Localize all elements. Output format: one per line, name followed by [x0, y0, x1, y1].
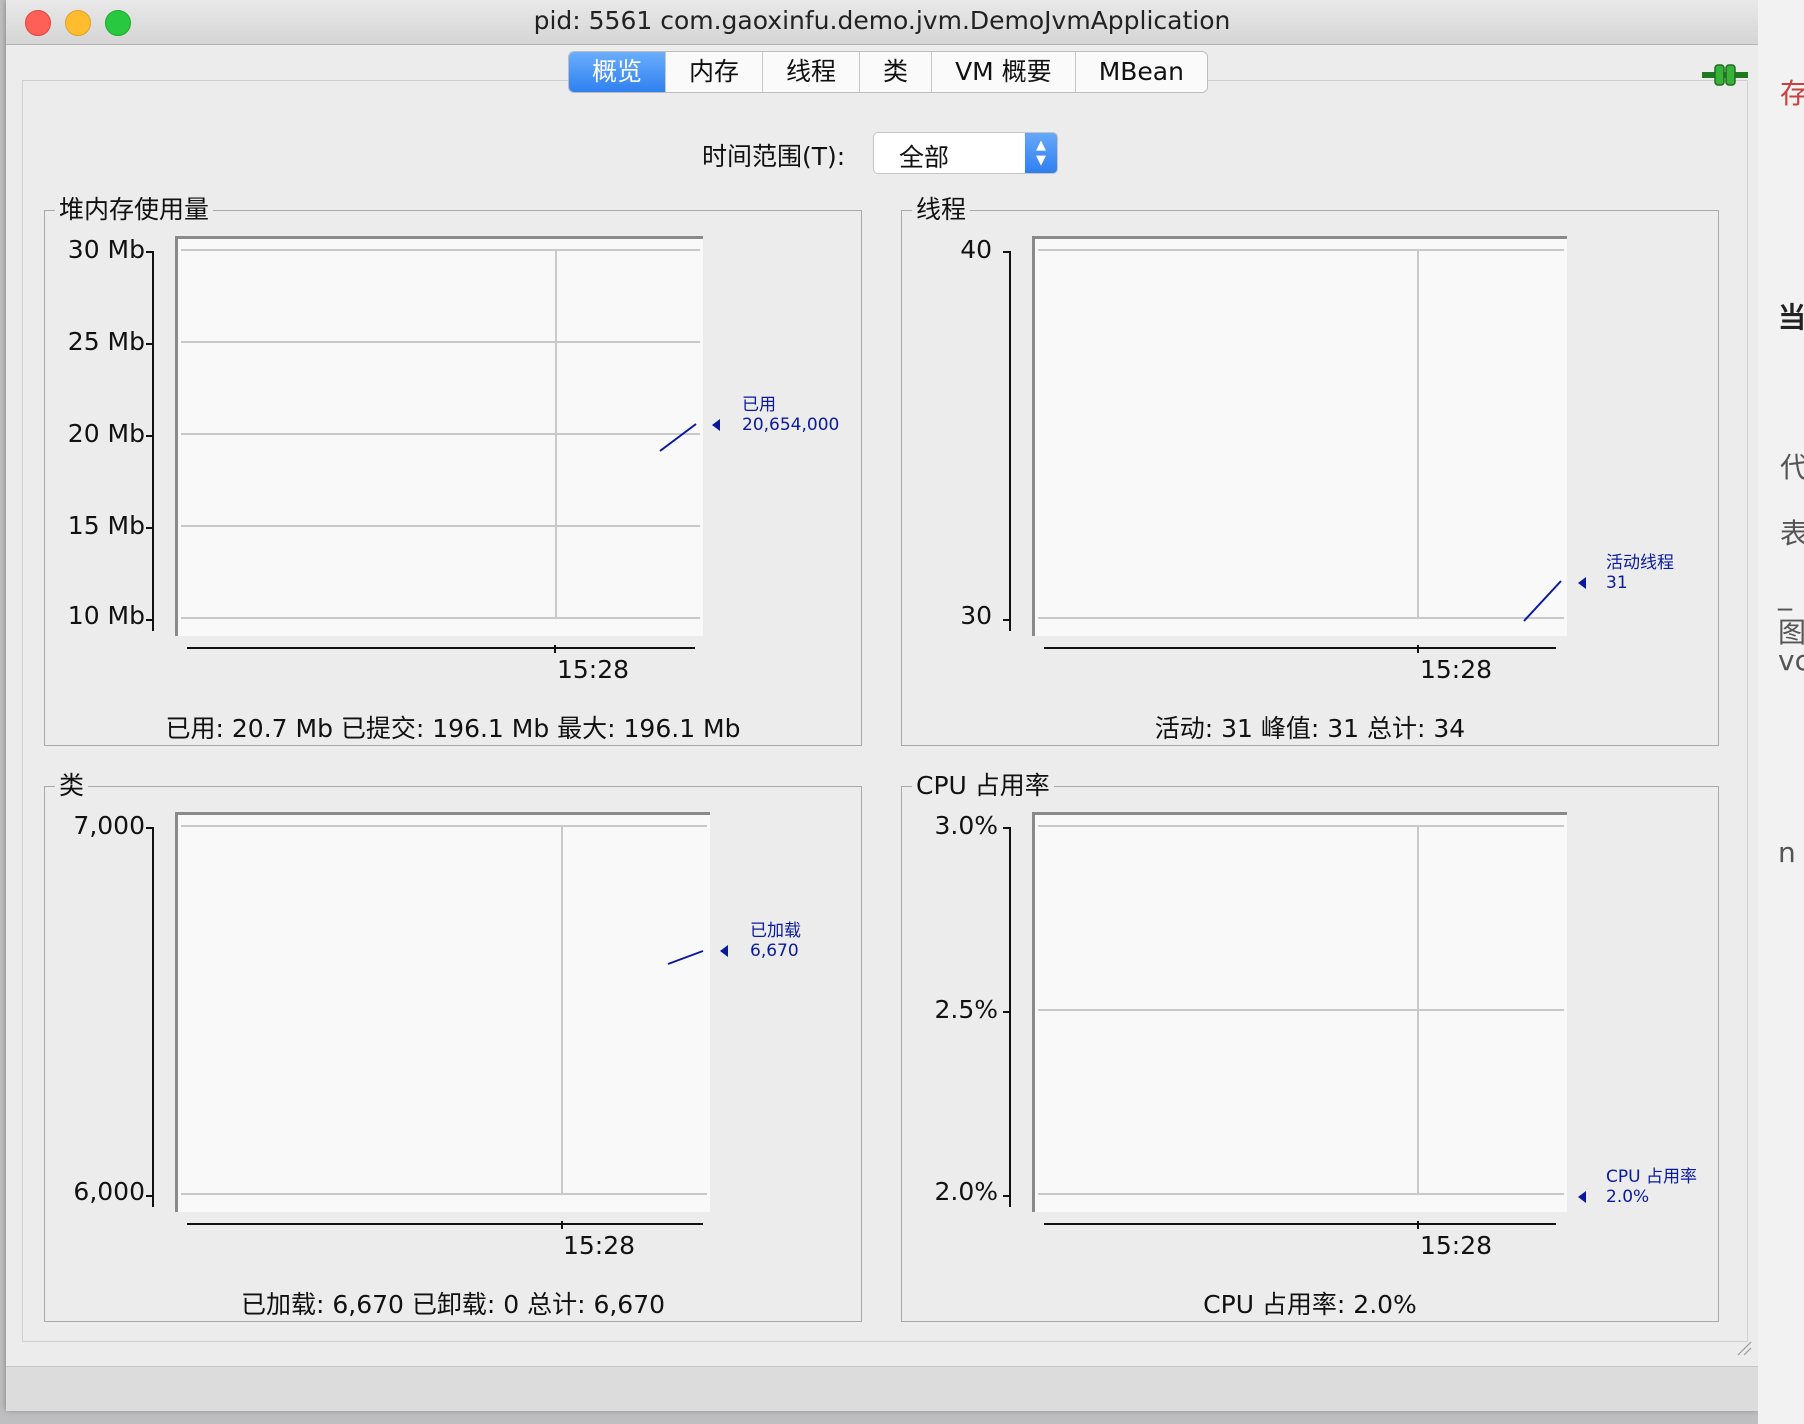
- background-text: 表: [1780, 517, 1804, 550]
- legend-cpu-usage: CPU 占用率 2.0%: [1606, 1167, 1697, 1207]
- loaded-series-line: [667, 950, 704, 965]
- legend-name: 已加载: [750, 921, 801, 941]
- legend-marker: [1578, 1191, 1586, 1203]
- legend-name: 活动线程: [1606, 553, 1674, 573]
- y-axis: [1009, 827, 1011, 1207]
- tab-memory[interactable]: 内存: [666, 52, 764, 92]
- legend-value: 6,670: [750, 941, 799, 961]
- y-tick-label: 2.0%: [934, 1177, 998, 1206]
- y-tick-label: 2.5%: [934, 995, 998, 1024]
- legend-name: CPU 占用率: [1606, 1167, 1697, 1187]
- legend-marker: [1578, 577, 1586, 589]
- x-tick-label: 15:28: [1420, 1231, 1493, 1260]
- window-footer: [6, 1366, 1758, 1411]
- heap-memory-panel: 堆内存使用量 30 Mb 25 Mb 20 Mb 15 Mb 10 Mb 15:…: [44, 195, 862, 746]
- x-axis: [1044, 1223, 1556, 1225]
- background-text: 当: [1778, 301, 1804, 334]
- y-tick-label: 3.0%: [934, 811, 998, 840]
- classes-panel: 类 7,000 6,000 15:28 已加载 6,670 已加载: 6,670…: [44, 771, 862, 1322]
- time-range-select[interactable]: 全部 ▲ ▼: [873, 132, 1058, 174]
- legend-value: 20,654,000: [742, 415, 840, 435]
- classes-stats: 已加载: 6,670 已卸载: 0 总计: 6,670: [240, 1290, 666, 1319]
- background-text: 代: [1780, 451, 1804, 484]
- background-text: 存: [1780, 77, 1804, 110]
- window-title: pid: 5561 com.gaoxinfu.demo.jvm.DemoJvmA…: [533, 6, 1231, 35]
- background-text: n: [1778, 836, 1796, 869]
- chevron-up-down-icon: ▲ ▼: [1025, 133, 1057, 173]
- connection-icon: [1702, 62, 1748, 88]
- background-window-fragment: [1758, 0, 1804, 1424]
- title-bar[interactable]: pid: 5561 com.gaoxinfu.demo.jvm.DemoJvmA…: [6, 0, 1758, 45]
- legend-value: 31: [1606, 573, 1628, 593]
- background-text: _图: [1778, 578, 1804, 649]
- cpu-stats: CPU 占用率: 2.0%: [1203, 1290, 1417, 1319]
- tab-bar: 概览 内存 线程 类 VM 概要 MBean: [568, 51, 1208, 93]
- cpu-plot-area: [1032, 812, 1567, 1212]
- legend-name: 已用: [742, 395, 776, 415]
- tab-threads[interactable]: 线程: [763, 52, 861, 92]
- used-series-line: [659, 423, 697, 452]
- time-range-value: 全部: [899, 143, 950, 172]
- cpu-usage-panel: CPU 占用率 3.0% 2.5% 2.0% 15:28 CPU 占用率 2.0…: [901, 771, 1719, 1322]
- tab-vm-summary[interactable]: VM 概要: [932, 52, 1076, 92]
- threads-panel: 线程 40 30 15:28 活动线程 31 活动: 31 峰值: 31 总计:…: [901, 195, 1719, 746]
- heap-stats: 已用: 20.7 Mb 已提交: 196.1 Mb 最大: 196.1 Mb: [165, 714, 741, 743]
- legend-used: 已用 20,654,000: [742, 395, 839, 435]
- jconsole-window: pid: 5561 com.gaoxinfu.demo.jvm.DemoJvmA…: [6, 0, 1758, 1411]
- threads-stats: 活动: 31 峰值: 31 总计: 34: [1154, 714, 1466, 743]
- tab-classes[interactable]: 类: [860, 52, 933, 92]
- legend-marker: [720, 945, 728, 957]
- legend-active-threads: 活动线程 31: [1606, 553, 1674, 593]
- active-threads-series-line: [1523, 580, 1562, 622]
- resize-grip-icon[interactable]: [1736, 1340, 1752, 1356]
- legend-value: 2.0%: [1606, 1187, 1650, 1207]
- tab-overview[interactable]: 概览: [569, 52, 667, 92]
- panel-title: CPU 占用率: [912, 771, 1054, 801]
- legend-marker: [712, 419, 720, 431]
- time-range-label: 时间范围(T):: [702, 142, 846, 171]
- tab-mbean[interactable]: MBean: [1076, 52, 1207, 92]
- background-text: vc: [1778, 644, 1804, 677]
- legend-loaded: 已加载 6,670: [750, 921, 801, 961]
